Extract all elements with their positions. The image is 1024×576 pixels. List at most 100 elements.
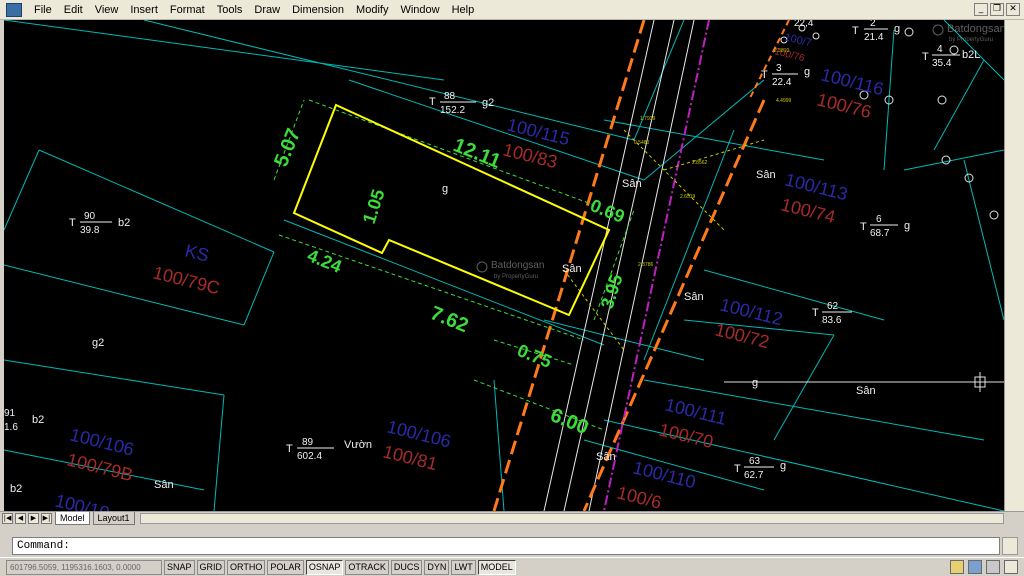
- parcel-3: T 3 22.4 g: [761, 63, 810, 88]
- status-osnap-button[interactable]: OSNAP: [305, 559, 344, 575]
- tab-layout1[interactable]: Layout1: [92, 512, 135, 525]
- tray-settings-icon[interactable]: [986, 560, 1000, 574]
- minimize-icon[interactable]: _: [974, 3, 988, 16]
- svg-text:T: T: [429, 96, 436, 108]
- svg-text:2.3810: 2.3810: [774, 48, 790, 54]
- dim-6-00: 6.00: [547, 404, 591, 439]
- status-snap-button[interactable]: SNAP: [164, 559, 195, 575]
- svg-text:1.6: 1.6: [4, 422, 18, 433]
- svg-text:62: 62: [827, 301, 839, 312]
- status-bar: 601796.5059, 1195316.1603, 0.0000 SNAP GR…: [0, 557, 1024, 576]
- svg-text:89: 89: [302, 437, 314, 448]
- command-scrollbar[interactable]: [1002, 537, 1018, 555]
- svg-text:21.4: 21.4: [864, 32, 884, 43]
- label-g: g: [442, 183, 448, 195]
- parcel-88: T 88 152.2 g2: [429, 91, 494, 116]
- svg-text:2.3786: 2.3786: [638, 262, 654, 268]
- tab-last-icon[interactable]: ▶|: [41, 513, 52, 524]
- coordinate-readout: 601796.5059, 1195316.1603, 0.0000: [6, 559, 162, 575]
- menu-window[interactable]: Window: [394, 1, 445, 19]
- dim-7-62: 7.62: [427, 302, 471, 337]
- svg-text:T: T: [852, 25, 859, 37]
- dim-5-07: 5.07: [270, 126, 305, 170]
- lot-100-79c: 100/79C: [151, 262, 222, 298]
- svg-text:g: g: [804, 66, 810, 78]
- menu-edit[interactable]: Edit: [58, 1, 89, 19]
- label-g-right: g: [752, 377, 758, 389]
- parcel-90: T 90 39.8 b2: [69, 211, 130, 236]
- svg-text:39.8: 39.8: [80, 225, 100, 236]
- svg-text:83.6: 83.6: [822, 315, 842, 326]
- svg-text:T: T: [922, 51, 929, 63]
- status-model-button[interactable]: MODEL: [477, 559, 516, 575]
- menu-help[interactable]: Help: [446, 1, 481, 19]
- clean-screen-icon[interactable]: [1004, 560, 1018, 574]
- parcel-91: 91 1.6 b2: [4, 408, 44, 433]
- status-ducs-button[interactable]: DUCS: [390, 559, 423, 575]
- svg-text:Vườn: Vườn: [344, 439, 372, 451]
- status-grid-button[interactable]: GRID: [196, 559, 226, 575]
- menu-bar: File Edit View Insert Format Tools Draw …: [0, 0, 1024, 20]
- svg-text:35.4: 35.4: [932, 58, 952, 69]
- menu-insert[interactable]: Insert: [124, 1, 164, 19]
- svg-text:g: g: [894, 23, 900, 35]
- command-line[interactable]: Command:: [12, 537, 1000, 555]
- svg-text:602.4: 602.4: [297, 451, 322, 462]
- menu-tools[interactable]: Tools: [211, 1, 249, 19]
- dim-4-24: 4.24: [305, 245, 345, 277]
- menu-view[interactable]: View: [89, 1, 125, 19]
- app-icon[interactable]: [6, 2, 22, 17]
- comm-center-icon[interactable]: [968, 560, 982, 574]
- lot-100-7: 100/7: [783, 31, 813, 49]
- svg-text:T: T: [69, 217, 76, 229]
- watermark-brand-2: Batdongsan: [947, 23, 1004, 35]
- watermark-brand: Batdongsan: [491, 260, 544, 271]
- svg-text:T: T: [860, 221, 867, 233]
- lot-codes-red: 100/83 100/79C 100/74 100/72 100/70 100/…: [65, 46, 873, 511]
- svg-text:4.4999: 4.4999: [776, 98, 792, 104]
- svg-text:22.4: 22.4: [772, 77, 792, 88]
- tab-model[interactable]: Model: [55, 512, 90, 525]
- drawing-canvas[interactable]: Batdongsan by PropertyGuru Batdongsan by…: [4, 20, 1004, 511]
- label-san-7: Sân: [154, 479, 174, 491]
- svg-text:2: 2: [870, 20, 876, 29]
- menu-format[interactable]: Format: [164, 1, 211, 19]
- dim-12-11: 12.11: [450, 134, 504, 173]
- restore-icon[interactable]: ❐: [990, 3, 1004, 16]
- status-lwt-button[interactable]: LWT: [451, 559, 476, 575]
- svg-text:4: 4: [937, 44, 943, 55]
- lock-icon[interactable]: [950, 560, 964, 574]
- svg-text:3: 3: [776, 63, 782, 74]
- svg-text:63: 63: [749, 456, 761, 467]
- close-icon[interactable]: ✕: [1006, 3, 1020, 16]
- status-toggles: SNAP GRID ORTHO POLAR OSNAP OTRACK DUCS DYN LWT M…: [162, 559, 516, 575]
- lot-100-10: 100/10: [53, 490, 111, 511]
- svg-text:91: 91: [4, 408, 16, 419]
- command-prompt: Command:: [17, 540, 70, 552]
- cad-drawing: Batdongsan by PropertyGuru Batdongsan by…: [4, 20, 1004, 511]
- vertical-scrollbar[interactable]: [1004, 20, 1024, 511]
- menu-dimension[interactable]: Dimension: [286, 1, 350, 19]
- label-san-5: Sân: [856, 385, 876, 397]
- menu-file[interactable]: File: [28, 1, 58, 19]
- label-g2: g2: [92, 337, 104, 349]
- label-san-2: Sân: [756, 169, 776, 181]
- tab-next-icon[interactable]: ▶: [28, 513, 39, 524]
- svg-text:152.2: 152.2: [440, 105, 465, 116]
- status-otrack-button[interactable]: OTRACK: [345, 559, 389, 575]
- label-san-6: Sân: [596, 451, 616, 463]
- status-ortho-button[interactable]: ORTHO: [227, 559, 266, 575]
- menu-draw[interactable]: Draw: [248, 1, 286, 19]
- horizontal-scrollbar[interactable]: [140, 513, 1004, 524]
- parcel-62: T 62 83.6: [812, 301, 852, 326]
- dim-0-75: 0.75: [515, 340, 555, 372]
- status-dyn-button[interactable]: DYN: [424, 559, 450, 575]
- tab-first-icon[interactable]: |◀: [2, 513, 13, 524]
- label-b2: b2: [10, 483, 22, 495]
- watermark-sub-2: by PropertyGuru: [949, 37, 993, 43]
- svg-text:2.6519: 2.6519: [680, 194, 696, 200]
- status-polar-button[interactable]: POLAR: [267, 559, 304, 575]
- menu-modify[interactable]: Modify: [350, 1, 394, 19]
- tab-prev-icon[interactable]: ◀: [15, 513, 26, 524]
- status-tray: [950, 560, 1018, 574]
